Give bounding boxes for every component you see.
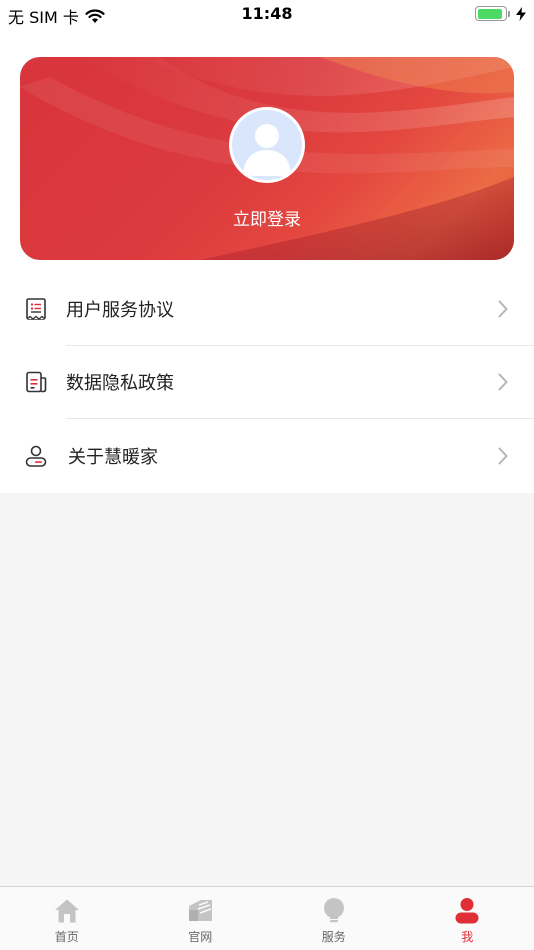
chevron-right-icon	[498, 373, 508, 391]
menu-item-label: 关于慧暖家	[68, 446, 158, 468]
status-time: 11:48	[241, 4, 293, 23]
status-bar: 无 SIM 卡 11:48	[0, 0, 534, 28]
settings-menu: 用户服务协议 数据隐私政策 关于慧暖家	[0, 272, 534, 493]
menu-item-about[interactable]: 关于慧暖家	[0, 419, 534, 493]
home-icon	[54, 899, 79, 923]
profile-icon	[455, 898, 479, 924]
default-avatar-icon	[232, 110, 302, 180]
battery-tip	[508, 10, 510, 17]
menu-item-user-agreement[interactable]: 用户服务协议	[0, 272, 534, 346]
website-icon	[189, 900, 213, 921]
avatar[interactable]	[229, 107, 305, 183]
profile-card[interactable]: 立即登录	[20, 57, 514, 260]
tab-home[interactable]: 首页	[0, 887, 134, 950]
about-icon	[25, 445, 47, 467]
login-button[interactable]: 立即登录	[20, 205, 514, 230]
tab-label: 首页	[54, 930, 79, 944]
tab-service[interactable]: 服务	[267, 887, 401, 950]
charging-bolt-icon	[516, 6, 526, 21]
tab-me[interactable]: 我	[401, 887, 534, 950]
menu-item-label: 数据隐私政策	[66, 373, 174, 395]
tab-label: 官网	[188, 930, 213, 944]
agreement-icon	[26, 297, 46, 320]
privacy-policy-icon	[26, 371, 47, 393]
lightbulb-icon	[323, 898, 344, 923]
tab-website[interactable]: 官网	[134, 887, 268, 950]
tab-label: 服务	[321, 930, 346, 944]
menu-item-label: 用户服务协议	[66, 299, 174, 321]
chevron-right-icon	[498, 300, 508, 318]
battery-indicator	[475, 6, 526, 21]
battery-fill	[477, 8, 502, 19]
battery-icon	[475, 6, 507, 21]
chevron-right-icon	[498, 447, 508, 465]
menu-item-privacy-policy[interactable]: 数据隐私政策	[0, 346, 534, 419]
tab-bar: 首页 官网 服务 我	[0, 886, 534, 950]
tab-label: 我	[461, 930, 474, 944]
